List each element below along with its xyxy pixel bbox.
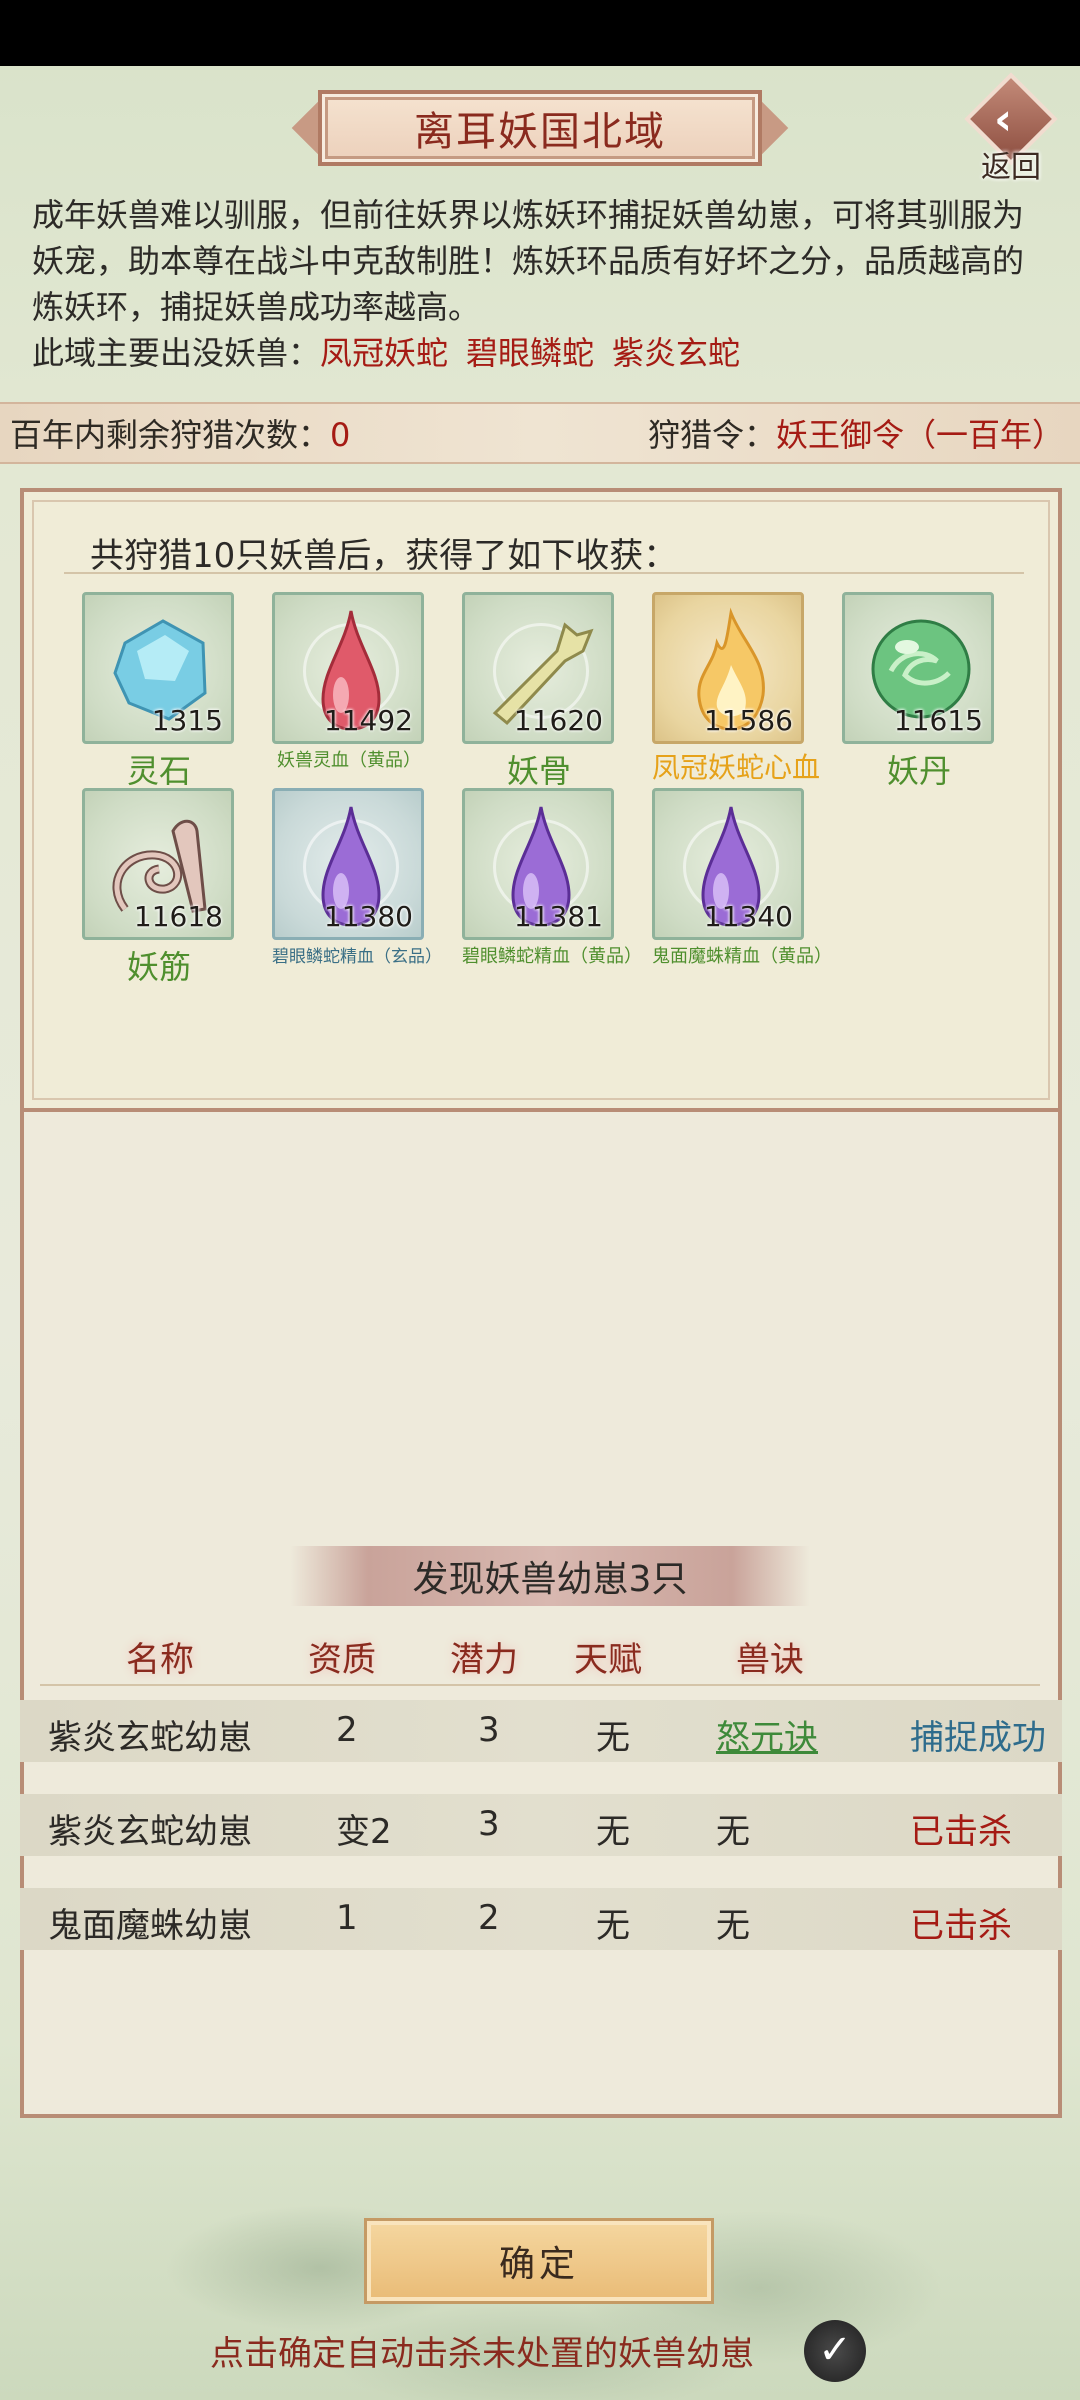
monsters-label: 此域主要出没妖兽：: [32, 334, 321, 372]
cub-skill-link[interactable]: 怒元诀: [716, 1710, 818, 1759]
reward-count: 11586: [703, 704, 793, 737]
found-banner: 发现妖兽幼崽3只: [290, 1546, 810, 1606]
monster-name: 紫炎玄蛇: [612, 334, 741, 372]
reward-item[interactable]: 11615 妖丹: [842, 592, 996, 792]
reward-item[interactable]: 11381 碧眼鳞蛇精血（黄品）: [462, 788, 642, 968]
intro-text: 成年妖兽难以驯服，但前往妖界以炼妖环捕捉妖兽幼崽，可将其驯服为妖宠，助本尊在战斗…: [32, 192, 1052, 376]
reward-item[interactable]: 11618 妖筋: [82, 788, 236, 988]
divider: [40, 1684, 1040, 1686]
reward-item[interactable]: 11340 鬼面魔蛛精血（黄品）: [652, 788, 832, 968]
reward-count: 11381: [513, 900, 603, 933]
reward-tile: 11381: [462, 788, 614, 940]
back-button[interactable]: ‹ 返回: [956, 72, 1066, 188]
intro-description: 成年妖兽难以驯服，但前往妖界以炼妖环捕捉妖兽幼崽，可将其驯服为妖宠，助本尊在战斗…: [32, 196, 1025, 326]
reward-count: 11615: [893, 704, 983, 737]
reward-name: 碧眼鳞蛇精血（黄品）: [462, 946, 642, 967]
reward-tile: 11492: [272, 592, 424, 744]
reward-tile: 11586: [652, 592, 804, 744]
table-row: 紫炎玄蛇幼崽 2 3 无 怒元诀 捕捉成功: [20, 1700, 1062, 1762]
found-banner-text: 发现妖兽幼崽3只: [412, 1559, 688, 1600]
cub-name: 紫炎玄蛇幼崽: [48, 1812, 252, 1852]
reward-tile: 1315: [82, 592, 234, 744]
column-header: 天赋: [574, 1640, 642, 1680]
reward-count: 1315: [151, 704, 223, 737]
cub-skill: 无: [716, 1812, 750, 1852]
reward-name: 灵石: [126, 752, 191, 790]
cub-potential: 2: [478, 1898, 500, 1938]
reward-count: 11620: [513, 704, 603, 737]
divider: [64, 572, 1024, 574]
monster-name: 凤冠妖蛇: [320, 334, 449, 372]
hunt-token: 狩猎令：妖王御令（一百年）: [648, 410, 1064, 456]
reward-count: 11380: [323, 900, 413, 933]
cub-potential: 3: [478, 1804, 500, 1844]
reward-count: 11340: [703, 900, 793, 933]
reward-name: 凤冠妖蛇心血: [652, 751, 821, 784]
reward-name: 妖丹: [886, 752, 951, 790]
cub-skill: 无: [716, 1906, 750, 1946]
reward-tile: 11615: [842, 592, 994, 744]
page-title: 离耳妖国北域: [318, 90, 762, 166]
cub-potential: 3: [478, 1710, 500, 1750]
hunt-token-label: 狩猎令：: [647, 416, 776, 454]
reward-name: 碧眼鳞蛇精血（玄品）: [272, 947, 442, 967]
remaining-hunts-label: 百年内剩余狩猎次数：: [10, 416, 331, 454]
column-header: 兽诀: [736, 1640, 804, 1680]
rewards-panel: 共狩猎10只妖兽后，获得了如下收获： 1315 灵石 11492 妖兽灵血（黄品…: [20, 488, 1062, 1112]
back-label: 返回: [981, 150, 1041, 185]
reward-name: 妖骨: [506, 752, 571, 790]
cub-aptitude: 1: [336, 1898, 358, 1938]
page-title-text: 离耳妖国北域: [414, 109, 666, 155]
rewards-heading: 共狩猎10只妖兽后，获得了如下收获：: [90, 536, 678, 576]
cub-status: 已击杀: [910, 1812, 1012, 1852]
reward-tile: 11620: [462, 592, 614, 744]
reward-item[interactable]: 1315 灵石: [82, 592, 236, 792]
back-arrow-icon: ‹: [994, 94, 1013, 145]
checkmark-icon: ✓: [818, 2327, 852, 2373]
cub-talent: 无: [596, 1906, 630, 1946]
cub-talent: 无: [596, 1812, 630, 1852]
remaining-hunts-value: 0: [330, 416, 351, 454]
reward-item[interactable]: 11492 妖兽灵血（黄品）: [272, 592, 426, 772]
auto-kill-checkbox[interactable]: ✓: [804, 2320, 866, 2382]
reward-item[interactable]: 11620 妖骨: [462, 592, 616, 792]
cub-name: 鬼面魔蛛幼崽: [48, 1906, 252, 1946]
confirm-label: 确定: [498, 2244, 579, 2285]
reward-tile: 11340: [652, 788, 804, 940]
remaining-hunts: 百年内剩余狩猎次数：0: [10, 410, 350, 456]
reward-name: 妖兽灵血（黄品）: [277, 750, 421, 771]
intro-monsters: 此域主要出没妖兽：凤冠妖蛇 碧眼鳞蛇 紫炎玄蛇: [32, 330, 1052, 376]
reward-name: 鬼面魔蛛精血（黄品）: [652, 946, 832, 967]
column-header: 潜力: [450, 1640, 518, 1680]
column-header: 名称: [126, 1640, 194, 1680]
cub-status: 已击杀: [910, 1906, 1012, 1946]
reward-count: 11618: [133, 900, 223, 933]
cub-aptitude: 变2: [336, 1812, 392, 1852]
info-bar: 百年内剩余狩猎次数：0 狩猎令：妖王御令（一百年）: [0, 402, 1080, 464]
status-bar: [0, 0, 1080, 66]
reward-item[interactable]: 11586 凤冠妖蛇心血: [652, 592, 821, 786]
cub-aptitude: 2: [336, 1710, 358, 1750]
reward-tile: 11618: [82, 788, 234, 940]
hunt-token-value: 妖王御令（一百年）: [775, 416, 1064, 454]
reward-count: 11492: [323, 704, 413, 737]
reward-tile: 11380: [272, 788, 424, 940]
monster-name: 碧眼鳞蛇: [466, 334, 595, 372]
cub-name: 紫炎玄蛇幼崽: [48, 1718, 252, 1758]
auto-kill-label: 点击确定自动击杀未处置的妖兽幼崽: [210, 2334, 754, 2374]
confirm-button[interactable]: 确定: [364, 2218, 714, 2304]
cub-talent: 无: [596, 1718, 630, 1758]
reward-name: 妖筋: [126, 948, 191, 986]
table-row: 紫炎玄蛇幼崽 变2 3 无 无 已击杀: [20, 1794, 1062, 1856]
table-row: 鬼面魔蛛幼崽 1 2 无 无 已击杀: [20, 1888, 1062, 1950]
cub-status: 捕捉成功: [910, 1718, 1046, 1758]
reward-item[interactable]: 11380 碧眼鳞蛇精血（玄品）: [272, 788, 442, 967]
column-header: 资质: [308, 1640, 376, 1680]
